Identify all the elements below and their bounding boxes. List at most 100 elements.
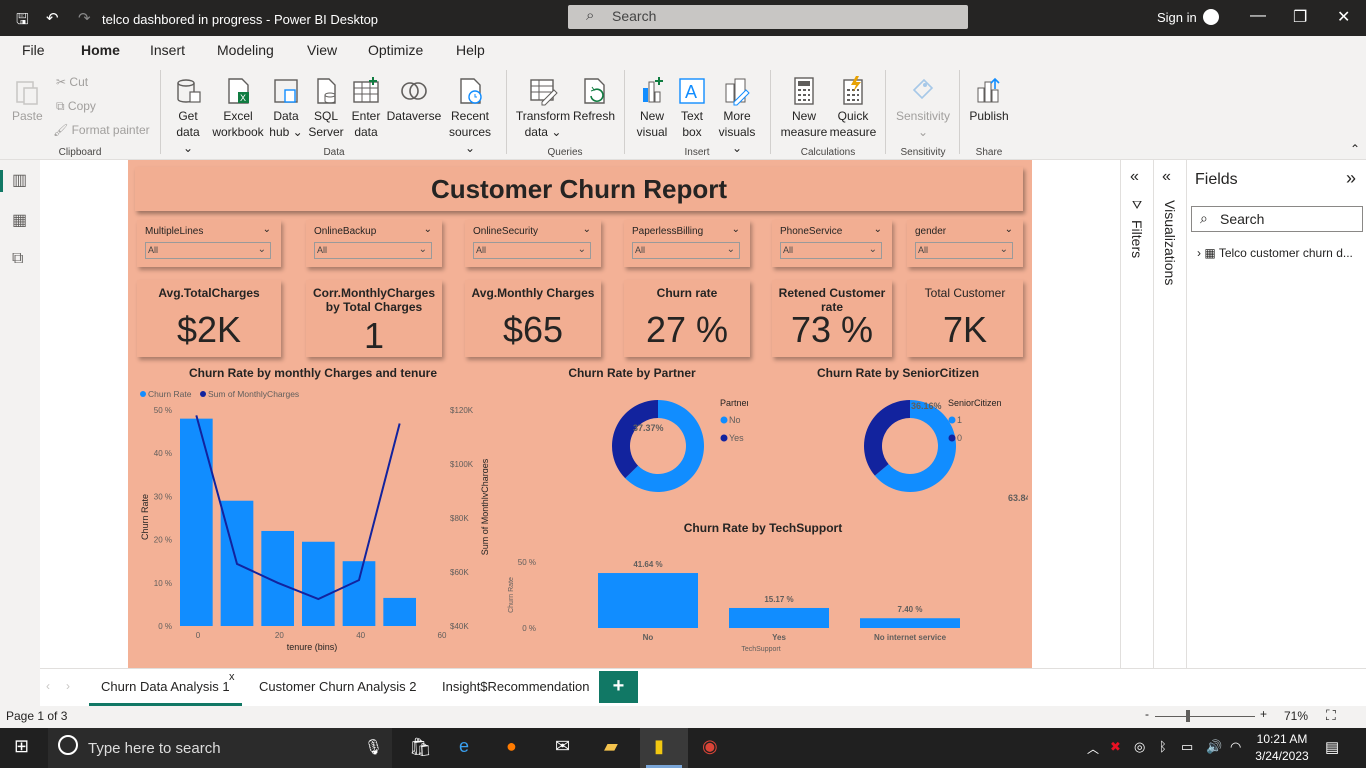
- data-view-icon[interactable]: ▦: [12, 210, 27, 230]
- card-total-customer[interactable]: Total Customer 7K: [907, 280, 1023, 357]
- slicer-onlinesecurity[interactable]: OnlineSecurity ⌄ All ⌄: [465, 220, 601, 267]
- new-visual-button[interactable]: New visual: [634, 76, 670, 140]
- redo-icon[interactable]: ↷: [78, 9, 91, 27]
- menu-help[interactable]: Help: [456, 42, 485, 58]
- notifications-icon[interactable]: ▤: [1325, 738, 1339, 756]
- bar-churn-rate[interactable]: [383, 597, 416, 626]
- data-hub-button[interactable]: Data hub ⌄: [268, 76, 304, 140]
- menu-view[interactable]: View: [307, 42, 337, 58]
- windows-start-icon[interactable]: ⊞: [14, 736, 29, 757]
- tab-customer-churn-analysis-2[interactable]: Customer Churn Analysis 2: [259, 679, 417, 694]
- firefox-icon[interactable]: ●: [506, 736, 517, 757]
- network-blocked-icon[interactable]: ✖: [1110, 739, 1121, 755]
- sensitivity-button[interactable]: Sensitivity ⌄: [892, 76, 954, 140]
- tray-chevron-icon[interactable]: ︿: [1087, 740, 1099, 757]
- bar-churn-rate[interactable]: [342, 561, 376, 626]
- fit-to-page-icon[interactable]: ⛶: [1326, 707, 1336, 724]
- bar-churn-rate[interactable]: [302, 541, 335, 626]
- chrome-icon[interactable]: ◉: [702, 736, 718, 757]
- taskbar-search[interactable]: Type here to search 🎙: [48, 728, 392, 768]
- refresh-button[interactable]: Refresh: [572, 76, 616, 124]
- menu-insert[interactable]: Insert: [150, 42, 185, 58]
- tab-prev-icon[interactable]: ‹: [46, 679, 50, 693]
- camera-icon[interactable]: ◎: [1134, 739, 1145, 755]
- battery-icon[interactable]: ▭: [1181, 739, 1193, 755]
- powerbi-taskbar-button[interactable]: ▮: [640, 728, 688, 768]
- clock-time[interactable]: 10:21 AM: [1256, 732, 1308, 746]
- chevron-down-icon[interactable]: ⌄: [263, 224, 271, 235]
- sql-server-button[interactable]: SQL Server: [308, 76, 344, 140]
- card-corr-monthly-total[interactable]: Corr.MonthlyCharges by Total Charges 1: [306, 280, 442, 357]
- volume-icon[interactable]: 🔊: [1206, 739, 1222, 755]
- menu-file[interactable]: File: [22, 42, 45, 58]
- restore-icon[interactable]: ❐: [1293, 7, 1307, 27]
- bar-techsupport[interactable]: [598, 573, 698, 628]
- slicer-multiplelines[interactable]: MultipleLines ⌄ All ⌄: [137, 220, 281, 267]
- format-painter-button[interactable]: 🖌 Format painter: [53, 123, 150, 137]
- model-view-icon[interactable]: ⧉: [12, 250, 23, 268]
- bluetooth-icon[interactable]: ᛒ: [1159, 739, 1167, 754]
- chevron-down-icon[interactable]: ⌄: [874, 224, 882, 235]
- card-churn-rate[interactable]: Churn rate 27 %: [624, 280, 750, 357]
- close-tab-icon[interactable]: x: [229, 671, 235, 683]
- more-visuals-button[interactable]: More visuals ⌄: [712, 76, 762, 156]
- slicer-phoneservice[interactable]: PhoneService ⌄ All ⌄: [772, 220, 892, 267]
- slicer-onlinebackup[interactable]: OnlineBackup ⌄ All ⌄: [306, 220, 442, 267]
- report-view-icon[interactable]: ▥: [12, 170, 27, 190]
- save-icon[interactable]: 🖫: [16, 9, 29, 34]
- slicer-paperlessbilling[interactable]: PaperlessBilling ⌄ All ⌄: [624, 220, 750, 267]
- partner-donut-chart[interactable]: PartnerNoYes62.63%37.37%: [508, 386, 748, 511]
- slicer-dropdown[interactable]: All ⌄: [145, 242, 271, 259]
- seniorcitizen-donut-chart[interactable]: SeniorCitizen 1 0 63.84% 36.16%: [768, 386, 1028, 511]
- chevron-right-icon[interactable]: ›: [1197, 246, 1201, 260]
- text-box-button[interactable]: A Text box: [674, 76, 710, 140]
- microphone-icon[interactable]: 🎙: [364, 738, 383, 756]
- excel-workbook-button[interactable]: X Excel workbook: [210, 76, 266, 140]
- recent-sources-button[interactable]: Recent sources ⌄: [444, 76, 496, 156]
- cut-button[interactable]: ✂ Cut: [56, 75, 88, 89]
- slicer-dropdown[interactable]: All ⌄: [915, 242, 1013, 259]
- card-avg-totalcharges[interactable]: Avg.TotalCharges $2K: [137, 280, 281, 357]
- menu-optimize[interactable]: Optimize: [368, 42, 423, 58]
- slicer-dropdown[interactable]: All ⌄: [780, 242, 882, 259]
- chevron-down-icon[interactable]: ⌄: [424, 224, 432, 235]
- slicer-dropdown[interactable]: All ⌄: [473, 242, 591, 259]
- dataverse-button[interactable]: Dataverse: [386, 76, 442, 124]
- collapse-icon[interactable]: »: [1346, 168, 1356, 189]
- card-retained-rate[interactable]: Retened Customer rate 73 %: [772, 280, 892, 357]
- menu-modeling[interactable]: Modeling: [217, 42, 274, 58]
- undo-icon[interactable]: ↶: [46, 9, 59, 27]
- chevron-down-icon[interactable]: ⌄: [1005, 224, 1013, 235]
- tab-next-icon[interactable]: ›: [66, 679, 70, 693]
- bar-churn-rate[interactable]: [180, 418, 213, 626]
- expand-icon[interactable]: «: [1162, 168, 1171, 186]
- file-explorer-icon[interactable]: ▰: [604, 736, 618, 757]
- field-table-item[interactable]: › ▦ Telco customer churn d...: [1197, 246, 1353, 260]
- search-input[interactable]: ⌕ Search: [568, 5, 968, 29]
- store-icon[interactable]: 🛍: [409, 737, 432, 758]
- combo-chart[interactable]: Churn Rate Sum of MonthlyCharges 50 % 40 %…: [128, 382, 488, 662]
- zoom-slider[interactable]: [1155, 716, 1255, 717]
- slicer-dropdown[interactable]: All ⌄: [314, 242, 432, 259]
- card-avg-monthly-charges[interactable]: Avg.Monthly Charges $65: [465, 280, 601, 357]
- sign-in-link[interactable]: Sign in: [1157, 10, 1197, 25]
- zoom-slider-thumb[interactable]: [1186, 710, 1190, 722]
- tab-churn-data-analysis-1[interactable]: Churn Data Analysis 1: [89, 679, 242, 706]
- copy-button[interactable]: ⧉ Copy: [56, 99, 96, 114]
- slicer-dropdown[interactable]: All ⌄: [632, 242, 740, 259]
- zoom-out-icon[interactable]: -: [1145, 707, 1149, 721]
- edge-icon[interactable]: e: [459, 736, 469, 757]
- mail-icon[interactable]: ✉: [555, 736, 570, 757]
- enter-data-button[interactable]: Enter data: [348, 76, 384, 140]
- tab-insight-recommendation[interactable]: Insight$Recommendation: [442, 679, 589, 694]
- fields-search-input[interactable]: ⌕ Search: [1191, 206, 1363, 232]
- transform-data-button[interactable]: Transform data ⌄: [514, 76, 572, 140]
- paste-button[interactable]: Paste: [12, 76, 43, 124]
- donut-slice[interactable]: [612, 400, 658, 479]
- quick-measure-button[interactable]: Quick measure: [829, 76, 877, 140]
- get-data-button[interactable]: Get data ⌄: [170, 76, 206, 156]
- slicer-gender[interactable]: gender ⌄ All ⌄: [907, 220, 1023, 267]
- menu-home[interactable]: Home: [81, 42, 120, 69]
- wifi-icon[interactable]: ◠: [1230, 739, 1241, 755]
- new-measure-button[interactable]: New measure: [780, 76, 828, 140]
